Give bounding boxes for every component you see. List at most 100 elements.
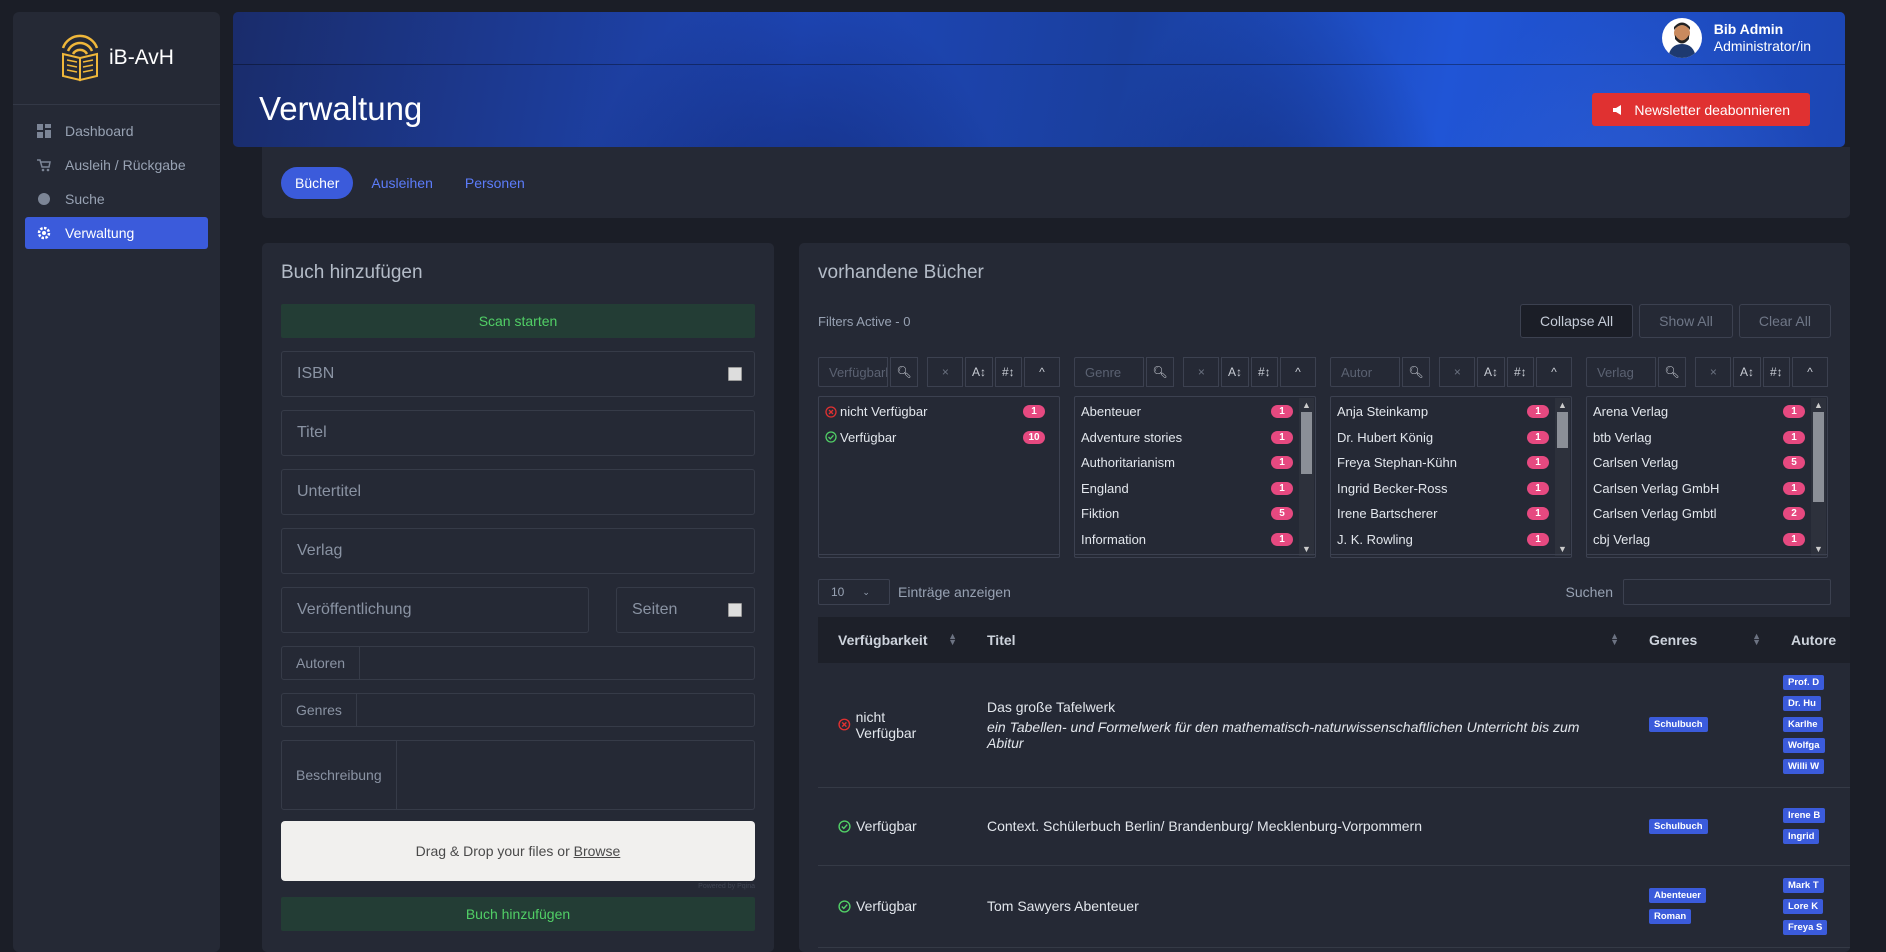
books-table: Verfügbarkeit ▲ ▼ Titel ▲ ▼ Genres ▲ ▼ Autore … xyxy=(818,617,1850,948)
sidebar-item-suche[interactable]: Suche xyxy=(25,183,208,215)
pane-scrollbar[interactable]: ▲ ▼ xyxy=(1299,398,1314,556)
tab-ausleihen[interactable]: Ausleihen xyxy=(357,167,447,199)
search-icon[interactable]: 🔍︎ xyxy=(890,357,918,387)
pane-search-input[interactable]: Genre xyxy=(1074,357,1145,387)
pane-option[interactable]: Abenteuer 1 xyxy=(1081,399,1309,425)
pane-option[interactable]: Freya Stephan-Kühn 1 xyxy=(1337,450,1565,476)
isbn-input[interactable]: ISBN xyxy=(281,351,755,397)
avatar xyxy=(1661,18,1702,58)
pane-option[interactable]: cbj Verlag 1 xyxy=(1593,527,1821,553)
title-input[interactable]: Titel xyxy=(281,410,755,456)
browse-link[interactable]: Browse xyxy=(574,843,621,859)
brand[interactable]: iB-AvH xyxy=(13,12,220,105)
clear-icon[interactable]: × xyxy=(927,357,964,387)
filters-active: Filters Active - 0 xyxy=(818,313,911,329)
pane-option[interactable]: nicht Verfügbar 1 xyxy=(825,399,1053,425)
sort-count-icon[interactable]: #↕ xyxy=(1506,357,1534,387)
collapse-icon[interactable]: ^ xyxy=(1791,357,1828,387)
sort-count-icon[interactable]: #↕ xyxy=(994,357,1022,387)
collapse-icon[interactable]: ^ xyxy=(1023,357,1060,387)
table-row[interactable]: Verfügbar Context. Schülerbuch Berlin/ Br… xyxy=(818,787,1850,866)
pane-option[interactable]: Anja Steinkamp 1 xyxy=(1337,399,1565,425)
newsletter-unsubscribe-button[interactable]: Newsletter deabonnieren xyxy=(1592,93,1810,126)
genre-tag: Schulbuch xyxy=(1649,717,1708,733)
available-icon xyxy=(838,819,851,833)
pane-scrollbar[interactable]: ▲ ▼ xyxy=(1811,398,1826,556)
column-header-authors[interactable]: Autore xyxy=(1771,617,1850,663)
pane-option[interactable]: Fiktion 5 xyxy=(1081,501,1309,527)
publication-date-input[interactable]: Veröffentlichung xyxy=(281,587,589,633)
pane-option[interactable]: Arena Verlag 1 xyxy=(1593,399,1821,425)
page-length-label: Einträge anzeigen xyxy=(898,584,1011,600)
pane-search-input[interactable]: Verfügbarkeit xyxy=(818,357,889,387)
clear-icon[interactable]: × xyxy=(1695,357,1732,387)
sort-alpha-icon[interactable]: A↕ xyxy=(965,357,993,387)
search-icon[interactable]: 🔍︎ xyxy=(1402,357,1430,387)
pane-option[interactable]: Irene Bartscherer 1 xyxy=(1337,501,1565,527)
search-pane-availability: Verfügbarkeit🔍︎ ×A↕#↕^ nicht Verfügbar1Ver… xyxy=(818,357,1060,558)
sort-count-icon[interactable]: #↕ xyxy=(1250,357,1278,387)
sidebar-item-label: Verwaltung xyxy=(65,225,135,241)
clear-icon[interactable]: × xyxy=(1439,357,1476,387)
show-all-button[interactable]: Show All xyxy=(1639,304,1733,338)
pane-option[interactable]: Carlsen Verlag 5 xyxy=(1593,450,1821,476)
authors-field[interactable]: Autoren xyxy=(281,646,755,680)
table-row[interactable]: Verfügbar Tom Sawyers Abenteuer Abenteuer R… xyxy=(818,865,1850,948)
column-header-title[interactable]: Titel ▲ ▼ xyxy=(967,617,1629,663)
pane-option[interactable]: btb Verlag 1 xyxy=(1593,425,1821,451)
pane-option[interactable]: Carlsen Verlag Gmbtl 2 xyxy=(1593,501,1821,527)
sort-alpha-icon[interactable]: A↕ xyxy=(1477,357,1505,387)
sort-alpha-icon[interactable]: A↕ xyxy=(1733,357,1761,387)
page-length-select[interactable]: 10 ⌄ xyxy=(818,579,890,605)
add-book-card: Buch hinzufügen Scan starten ISBN Titel … xyxy=(262,243,774,952)
spinner-icon[interactable] xyxy=(728,603,742,617)
brand-name: iB-AvH xyxy=(109,46,174,69)
pane-search-input[interactable]: Autor xyxy=(1330,357,1401,387)
pane-option[interactable]: Authoritarianism 1 xyxy=(1081,450,1309,476)
tab-buecher[interactable]: Bücher xyxy=(281,166,354,199)
publisher-input[interactable]: Verlag xyxy=(281,528,755,574)
subtitle-input[interactable]: Untertitel xyxy=(281,469,755,515)
description-field[interactable]: Beschreibung xyxy=(281,740,755,810)
pane-option[interactable]: Adventure stories 1 xyxy=(1081,425,1309,451)
pane-option[interactable]: Ingrid Becker-Ross 1 xyxy=(1337,476,1565,502)
page-title: Verwaltung xyxy=(259,90,423,127)
clear-icon[interactable]: × xyxy=(1183,357,1220,387)
file-dropzone[interactable]: Drag & Drop your files or Browse xyxy=(281,821,755,881)
scan-start-button[interactable]: Scan starten xyxy=(281,304,755,338)
collapse-all-button[interactable]: Collapse All xyxy=(1520,304,1634,338)
pane-option[interactable]: Dr. Hubert König 1 xyxy=(1337,425,1565,451)
pane-option[interactable]: J. K. Rowling 1 xyxy=(1337,527,1565,553)
pane-option[interactable]: Carlsen Verlag GmbH 1 xyxy=(1593,476,1821,502)
dropzone-text: Drag & Drop your files or xyxy=(415,843,570,859)
pages-input[interactable]: Seiten xyxy=(616,587,755,633)
search-label: Suchen xyxy=(1565,584,1613,600)
clear-all-button[interactable]: Clear All xyxy=(1738,304,1831,338)
pane-search-input[interactable]: Verlag xyxy=(1586,357,1657,387)
genres-field[interactable]: Genres xyxy=(281,693,755,727)
table-search-input[interactable] xyxy=(1623,579,1831,605)
sort-alpha-icon[interactable]: A↕ xyxy=(1221,357,1249,387)
search-icon[interactable]: 🔍︎ xyxy=(1658,357,1686,387)
search-icon[interactable]: 🔍︎ xyxy=(1146,357,1174,387)
sidebar-item-verwaltung[interactable]: Verwaltung xyxy=(25,217,208,249)
pane-option[interactable]: Information 1 xyxy=(1081,527,1309,553)
collapse-icon[interactable]: ^ xyxy=(1279,357,1316,387)
megaphone-icon xyxy=(1613,104,1622,115)
column-header-availability[interactable]: Verfügbarkeit ▲ ▼ xyxy=(818,617,967,663)
add-book-button[interactable]: Buch hinzufügen xyxy=(281,897,755,931)
page-header: Bib Admin Administrator/in Verwaltung Ne… xyxy=(233,12,1845,147)
logo-icon xyxy=(59,32,101,85)
column-header-genres[interactable]: Genres ▲ ▼ xyxy=(1629,617,1771,663)
pane-option[interactable]: Verfügbar 10 xyxy=(825,425,1053,451)
spinner-icon[interactable] xyxy=(728,367,742,381)
table-row[interactable]: nicht Verfügbar Das große Tafelwerk ein Ta… xyxy=(818,663,1850,788)
collapse-icon[interactable]: ^ xyxy=(1535,357,1572,387)
sort-count-icon[interactable]: #↕ xyxy=(1762,357,1790,387)
tab-personen[interactable]: Personen xyxy=(451,167,539,199)
pane-scrollbar[interactable]: ▲ ▼ xyxy=(1555,398,1570,556)
sidebar-item-ausleih[interactable]: Ausleih / Rückgabe xyxy=(25,149,208,181)
user-menu[interactable]: Bib Admin Administrator/in xyxy=(1661,18,1811,58)
sidebar-item-dashboard[interactable]: Dashboard xyxy=(25,115,208,147)
pane-option[interactable]: England 1 xyxy=(1081,476,1309,502)
